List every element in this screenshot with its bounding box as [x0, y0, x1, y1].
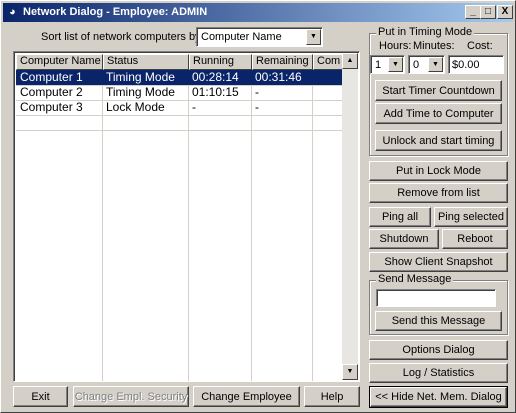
sort-label: Sort list of network computers by:	[41, 31, 204, 43]
grid-divider	[312, 70, 313, 381]
window-title: Network Dialog - Employee: ADMIN	[23, 6, 208, 18]
minimize-button[interactable]: _	[465, 5, 481, 19]
cell-status: Timing Mode	[106, 85, 175, 99]
column-header-running[interactable]: Running	[189, 54, 252, 70]
scroll-down-arrow-icon[interactable]: ▼	[342, 364, 358, 380]
hours-value: 1	[375, 59, 382, 71]
minutes-label: Minutes:	[413, 40, 455, 52]
cost-label: Cost:	[467, 40, 493, 52]
hours-label: Hours:	[379, 40, 412, 52]
cell-com	[312, 85, 344, 100]
table-row[interactable]: Computer 1 Timing Mode 00:28:14 00:31:46	[16, 70, 344, 85]
grid-divider	[251, 70, 252, 381]
network-eye-icon: ◕	[9, 6, 16, 18]
grid-divider	[16, 130, 344, 131]
cell-running: -	[192, 100, 196, 114]
maximize-icon: □	[484, 6, 492, 17]
column-header-name[interactable]: Computer Name	[16, 54, 103, 70]
cell-computer-name: Computer 1	[16, 70, 102, 85]
cell-running: 01:10:15	[192, 85, 239, 99]
shutdown-button[interactable]: Shutdown	[369, 229, 439, 249]
options-dialog-button[interactable]: Options Dialog	[369, 340, 508, 360]
computer-list[interactable]: Computer Name Status Running Remaining C…	[13, 51, 360, 382]
cost-input[interactable]: $0.00	[448, 55, 504, 74]
message-input[interactable]	[376, 289, 496, 307]
chevron-down-icon[interactable]: ▼	[428, 57, 443, 72]
cell-computer-name: Computer 2	[20, 85, 83, 99]
table-row[interactable]: Computer 2 Timing Mode 01:10:15 -	[16, 85, 344, 100]
cell-status: Lock Mode	[106, 100, 165, 114]
cell-com	[312, 100, 344, 115]
remove-from-list-button[interactable]: Remove from list	[369, 183, 508, 203]
show-client-snapshot-button[interactable]: Show Client Snapshot	[369, 252, 508, 272]
cell-computer-name: Computer 3	[20, 100, 83, 114]
add-time-button[interactable]: Add Time to Computer	[375, 103, 502, 124]
cell-remaining: -	[255, 85, 259, 99]
ping-all-button[interactable]: Ping all	[369, 207, 431, 227]
minutes-select[interactable]: 0 ▼	[408, 55, 445, 74]
grid-divider	[16, 115, 344, 116]
exit-button[interactable]: Exit	[13, 386, 68, 407]
log-statistics-button[interactable]: Log / Statistics	[369, 363, 508, 383]
cell-remaining: 00:31:46	[251, 70, 312, 85]
close-button[interactable]: X	[497, 5, 513, 19]
send-message-button[interactable]: Send this Message	[375, 311, 502, 331]
change-employee-security-button[interactable]: Change Empl. Security	[73, 386, 189, 407]
title-bar[interactable]: ◕ Network Dialog - Employee: ADMIN _ □ X	[3, 3, 513, 22]
send-message-label: Send Message	[376, 273, 454, 285]
column-header-remaining[interactable]: Remaining	[252, 54, 313, 70]
table-row[interactable]: Computer 3 Lock Mode - -	[16, 100, 344, 115]
grid-divider	[188, 70, 189, 381]
lock-mode-button[interactable]: Put in Lock Mode	[369, 161, 508, 181]
sort-selected-value: Computer Name	[201, 31, 282, 43]
hide-net-mem-dialog-button[interactable]: << Hide Net. Mem. Dialog	[369, 386, 508, 408]
network-dialog-window: ◕ Network Dialog - Employee: ADMIN _ □ X…	[0, 0, 516, 413]
column-header-com[interactable]: Com	[313, 54, 344, 70]
maximize-button[interactable]: □	[480, 5, 496, 19]
minimize-icon: _	[470, 6, 476, 17]
close-icon: X	[501, 6, 509, 17]
change-employee-button[interactable]: Change Employee	[193, 386, 300, 407]
timing-group-label: Put in Timing Mode	[376, 26, 475, 38]
cell-status: Timing Mode	[102, 70, 188, 85]
scroll-up-arrow-icon[interactable]: ▲	[342, 53, 358, 69]
cost-value: $0.00	[452, 59, 480, 71]
help-button[interactable]: Help	[304, 386, 360, 407]
cell-com	[312, 70, 344, 85]
hours-select[interactable]: 1 ▼	[370, 55, 405, 74]
grid-divider	[102, 70, 103, 381]
sort-combobox[interactable]: Computer Name ▼	[196, 27, 323, 47]
reboot-button[interactable]: Reboot	[442, 229, 508, 249]
list-vertical-scrollbar[interactable]: ▲ ▼	[342, 53, 358, 380]
list-header: Computer Name Status Running Remaining C…	[16, 54, 344, 70]
cell-remaining: -	[255, 100, 259, 114]
start-timer-countdown-button[interactable]: Start Timer Countdown	[375, 80, 502, 101]
cell-running: 00:28:14	[188, 70, 251, 85]
chevron-down-icon[interactable]: ▼	[306, 29, 321, 45]
unlock-start-timing-button[interactable]: Unlock and start timing	[375, 130, 502, 151]
chevron-down-icon[interactable]: ▼	[388, 57, 403, 72]
ping-selected-button[interactable]: Ping selected	[434, 207, 508, 227]
column-header-status[interactable]: Status	[103, 54, 189, 70]
minutes-value: 0	[413, 59, 420, 71]
